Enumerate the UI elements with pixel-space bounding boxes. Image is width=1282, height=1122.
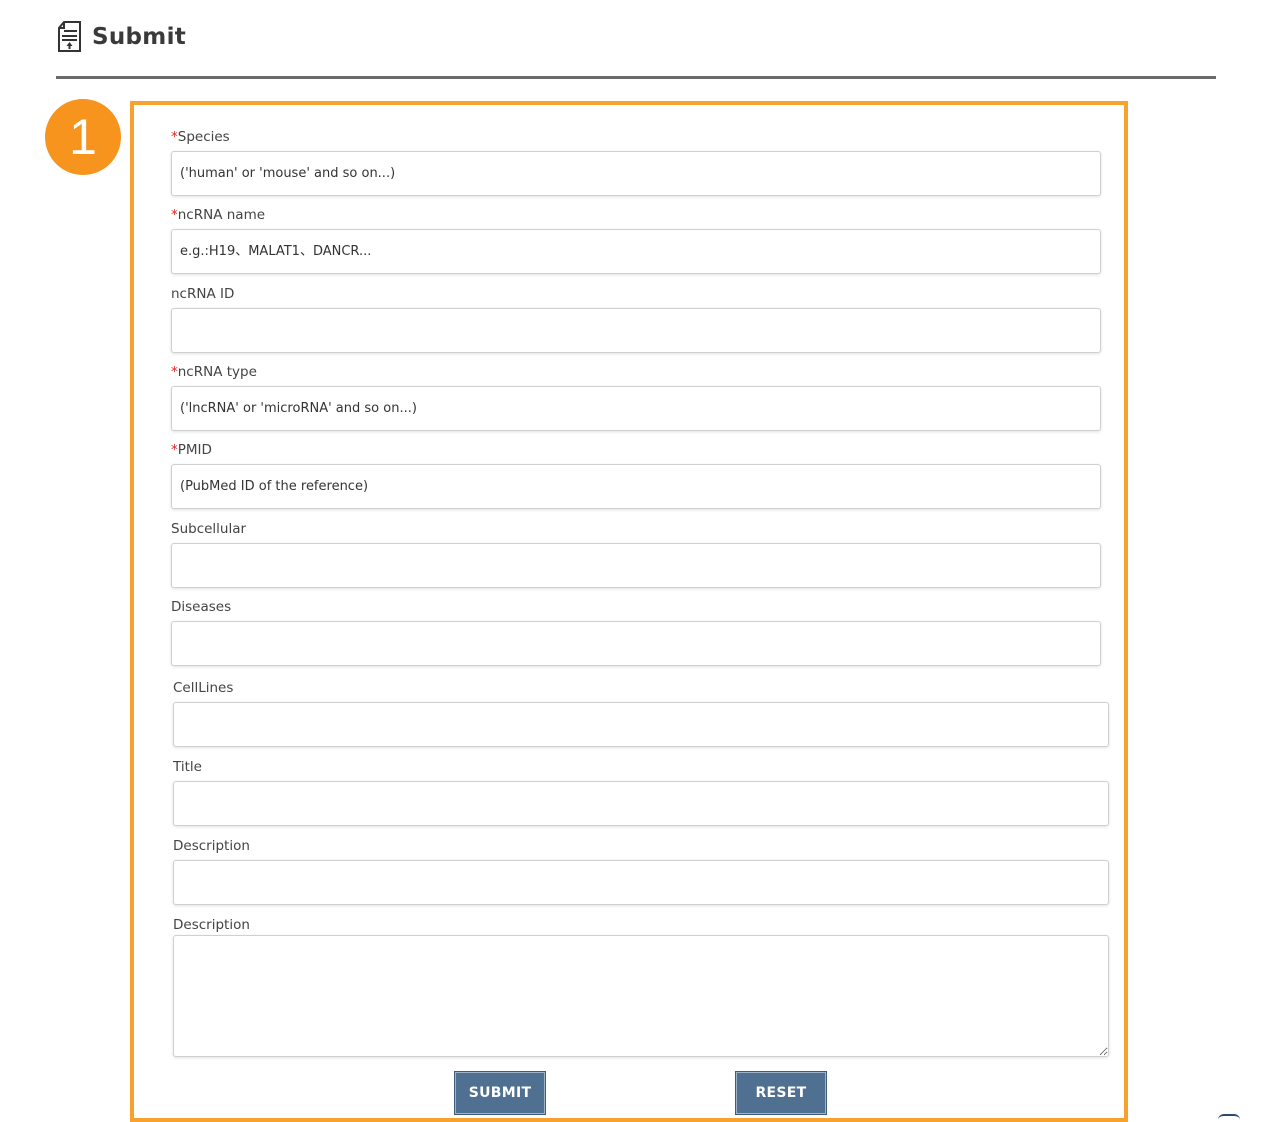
- pmid-label: *PMID: [171, 442, 212, 458]
- required-marker: *: [171, 207, 178, 223]
- pmid-field-group: *PMID: [171, 440, 1101, 509]
- ncrna-type-input[interactable]: [171, 386, 1101, 431]
- description-textarea-group: Description: [173, 915, 1109, 1057]
- subcellular-label: Subcellular: [171, 521, 247, 537]
- ncrna-id-label: ncRNA ID: [171, 286, 235, 302]
- title-label: Title: [173, 759, 202, 775]
- step-number-badge: 1: [45, 99, 121, 175]
- header-divider: [56, 76, 1216, 79]
- description-field-group: Description: [173, 836, 1109, 905]
- page-header: Submit: [56, 12, 186, 62]
- title-field-group: Title: [173, 757, 1109, 826]
- scroll-to-top-edge: [1218, 1114, 1240, 1120]
- subcellular-input[interactable]: [171, 543, 1101, 588]
- diseases-label: Diseases: [171, 599, 232, 615]
- ncrna-name-label: *ncRNA name: [171, 207, 266, 223]
- submit-button[interactable]: SUBMIT: [454, 1071, 546, 1115]
- pmid-input[interactable]: [171, 464, 1101, 509]
- ncrna-name-field-group: *ncRNA name: [171, 205, 1101, 274]
- ncrna-id-input[interactable]: [171, 308, 1101, 353]
- ncrna-id-field-group: ncRNA ID: [171, 284, 1101, 353]
- document-upload-icon: [56, 20, 84, 54]
- species-input[interactable]: [171, 151, 1101, 196]
- diseases-field-group: Diseases: [171, 597, 1101, 666]
- description-input[interactable]: [173, 860, 1109, 905]
- ncrna-type-field-group: *ncRNA type: [171, 362, 1101, 431]
- required-marker: *: [171, 364, 178, 380]
- reset-button[interactable]: RESET: [735, 1071, 827, 1115]
- submit-page: Submit 1 *Species *ncRNA name ncRNA ID *…: [0, 0, 1282, 1122]
- required-marker: *: [171, 129, 178, 145]
- description-textarea[interactable]: [173, 935, 1109, 1057]
- celllines-input[interactable]: [173, 702, 1109, 747]
- required-marker: *: [171, 442, 178, 458]
- diseases-input[interactable]: [171, 621, 1101, 666]
- description-textarea-label: Description: [173, 917, 250, 933]
- description-label: Description: [173, 838, 250, 854]
- page-title: Submit: [92, 24, 187, 50]
- species-label: *Species: [171, 129, 230, 145]
- ncrna-type-label: *ncRNA type: [171, 364, 257, 380]
- ncrna-name-input[interactable]: [171, 229, 1101, 274]
- celllines-label: CellLines: [173, 680, 234, 696]
- species-field-group: *Species: [171, 127, 1101, 196]
- subcellular-field-group: Subcellular: [171, 519, 1101, 588]
- title-input[interactable]: [173, 781, 1109, 826]
- celllines-field-group: CellLines: [173, 678, 1109, 747]
